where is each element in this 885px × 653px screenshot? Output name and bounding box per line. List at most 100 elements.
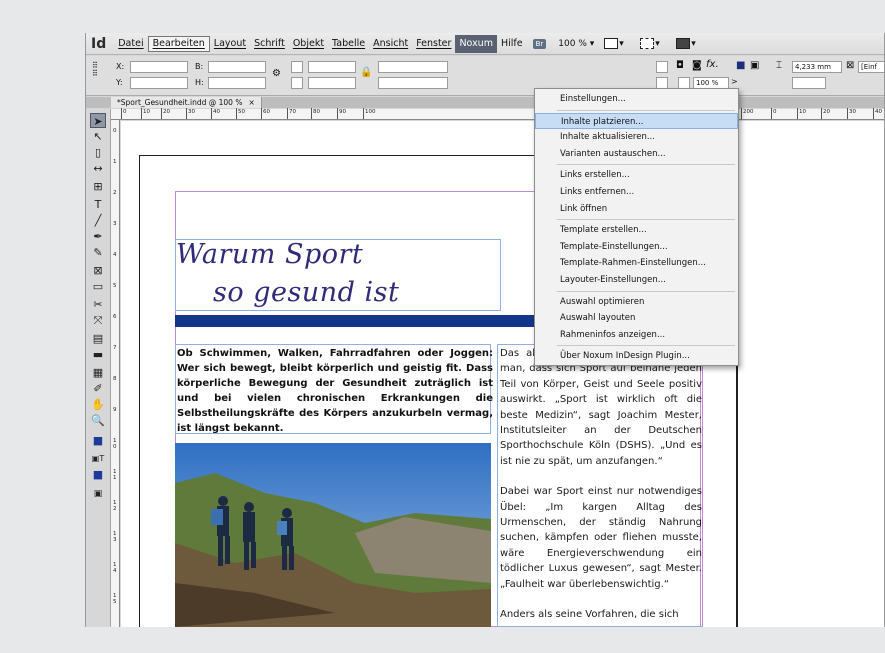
rotation-input[interactable]: [378, 61, 448, 73]
menu-layout[interactable]: Layout: [210, 35, 250, 53]
zoom-level[interactable]: 100 % ▾: [558, 39, 594, 49]
gradient-feather-tool-icon[interactable]: ▬: [90, 347, 106, 362]
scale-y-input[interactable]: [308, 77, 356, 89]
fill-stroke-icon[interactable]: ■: [90, 433, 106, 448]
menu-item[interactable]: Template-Einstellungen...: [535, 239, 738, 255]
menu-item[interactable]: Inhalte platzieren...: [535, 112, 738, 129]
align-icon[interactable]: [656, 61, 668, 73]
document-tab-title: *Sport_Gesundheit.indd @ 100 %: [117, 98, 243, 107]
menu-item[interactable]: Inhalte aktualisieren...: [535, 129, 738, 145]
pasteboard[interactable]: Warum Sport so gesund ist Ob Schwimmen, …: [121, 121, 885, 627]
shear-input[interactable]: [378, 77, 448, 89]
constrain-proportions-icon[interactable]: ⚙: [272, 68, 281, 79]
ruler-tick-label: 60: [263, 109, 270, 115]
page-tool-icon[interactable]: ▯: [90, 145, 106, 160]
gap-tool-icon[interactable]: ↔: [90, 161, 106, 176]
eyedropper-tool-icon[interactable]: ✐: [90, 381, 106, 396]
height-input[interactable]: [208, 77, 266, 89]
menu-tabelle[interactable]: Tabelle: [328, 35, 369, 53]
menu-item[interactable]: Über Noxum InDesign Plugin...: [535, 348, 738, 364]
stroke-weight-icon[interactable]: ⌶: [776, 60, 782, 71]
scale-y-icon[interactable]: [291, 77, 303, 89]
menu-item[interactable]: Auswahl optimieren: [535, 294, 738, 310]
chevron-right-icon[interactable]: >: [731, 77, 738, 86]
stroke-swatch-icon[interactable]: ▣: [750, 60, 759, 71]
ruler-tick-mark: [311, 108, 312, 119]
zoom-tool-icon[interactable]: 🔍: [90, 413, 106, 428]
menu-noxum[interactable]: Noxum: [455, 34, 497, 53]
stroke-weight-input[interactable]: 4,233 mm: [792, 61, 842, 73]
pencil-tool-icon[interactable]: ✎: [90, 245, 106, 260]
menu-bar: Id Datei Bearbeiten Layout Schrift Objek…: [86, 33, 885, 55]
menu-objekt[interactable]: Objekt: [289, 35, 328, 53]
headline-line-1[interactable]: Warum Sport: [176, 239, 363, 270]
note-tool-icon[interactable]: ▦: [90, 365, 106, 380]
menu-item[interactable]: Link öffnen: [535, 201, 738, 217]
rectangle-tool-icon[interactable]: ▭: [90, 279, 106, 294]
menu-item[interactable]: Links erstellen...: [535, 167, 738, 183]
menu-item[interactable]: Einstellungen...: [535, 91, 738, 107]
fit-frame-icon[interactable]: ◘: [676, 60, 684, 71]
ruler-tick-label: 8: [113, 376, 117, 382]
text-frame-options-icon[interactable]: ⊠: [846, 60, 854, 71]
menu-ansicht[interactable]: Ansicht: [369, 35, 412, 53]
bridge-button[interactable]: Br: [532, 38, 547, 49]
gradient-swatch-tool-icon[interactable]: ▤: [90, 331, 106, 346]
direct-selection-tool-icon[interactable]: ↖: [90, 129, 106, 144]
menu-fenster[interactable]: Fenster: [412, 35, 455, 53]
horizontal-ruler[interactable]: 0102030405060708090100180190200010203040: [111, 108, 885, 120]
menu-bearbeiten[interactable]: Bearbeiten: [147, 35, 210, 52]
paragraph-style-select[interactable]: [Einf: [858, 61, 885, 73]
screen-mode-button[interactable]: ▾: [604, 37, 630, 51]
ruler-tick-label: 7: [113, 345, 117, 351]
stroke-type-select[interactable]: [792, 77, 826, 89]
formatting-affects-icon[interactable]: ▣T: [90, 451, 106, 466]
view-options-button[interactable]: ▾: [640, 37, 666, 51]
photo-hiking-group[interactable]: [175, 443, 491, 627]
lock-icon[interactable]: 🔒: [360, 67, 372, 78]
menu-datei[interactable]: Datei: [114, 35, 147, 53]
menu-schrift[interactable]: Schrift: [250, 35, 289, 53]
close-icon[interactable]: ×: [248, 98, 254, 107]
menu-hilfe[interactable]: Hilfe: [497, 35, 527, 53]
view-mode-icon[interactable]: ▣: [90, 487, 106, 502]
menu-item[interactable]: Auswahl layouten: [535, 310, 738, 326]
menu-separator: [557, 219, 735, 221]
lead-text[interactable]: Ob Schwimmen, Walken, Fahrradfahren oder…: [177, 346, 493, 436]
rectangle-frame-tool-icon[interactable]: ⊠: [90, 263, 106, 278]
pen-tool-icon[interactable]: ✒: [90, 229, 106, 244]
scale-x-icon[interactable]: [291, 61, 303, 73]
y-position-input[interactable]: [130, 77, 188, 89]
headline-line-2[interactable]: so gesund ist: [213, 277, 399, 308]
free-transform-tool-icon[interactable]: ⤧: [90, 313, 106, 328]
width-input[interactable]: [208, 61, 266, 73]
menu-item[interactable]: Template-Rahmen-Einstellungen...: [535, 255, 738, 271]
menu-item[interactable]: Varianten austauschen...: [535, 146, 738, 162]
hand-tool-icon[interactable]: ✋: [90, 397, 106, 412]
scale-x-input[interactable]: [308, 61, 356, 73]
type-tool-icon[interactable]: T: [90, 197, 106, 212]
control-panel: ⠿ ⠿ X: Y: B: H: ⚙ 🔒 ◘ ◙ fx. 100 % > ■ ▣ ⌶…: [86, 56, 885, 96]
x-position-input[interactable]: [130, 61, 188, 73]
menu-item[interactable]: Layouter-Einstellungen...: [535, 272, 738, 288]
body-text-column[interactable]: Das alles ist kein Zufall. Heute weiß ma…: [500, 346, 702, 627]
menu-item[interactable]: Rahmeninfos anzeigen...: [535, 327, 738, 343]
fill-frame-icon[interactable]: ◙: [692, 60, 702, 71]
scissors-tool-icon[interactable]: ✂: [90, 297, 106, 312]
menu-separator: [557, 290, 735, 292]
menu-item[interactable]: Template erstellen...: [535, 222, 738, 238]
selection-tool-icon[interactable]: ➤: [90, 113, 106, 128]
hiking-group-image: [175, 443, 491, 627]
ruler-tick-label: 200: [743, 109, 754, 115]
menu-item[interactable]: Links entfernen...: [535, 184, 738, 200]
stroke-color-icon[interactable]: ■: [736, 60, 745, 71]
vertical-ruler[interactable]: 0 1 2 3 4 5 6 7 8 9 1 0 1 1 1 2 1 3 1 4 1 5: [111, 120, 120, 627]
document-tab[interactable]: *Sport_Gesundheit.indd @ 100 % ×: [111, 97, 262, 108]
fx-icon[interactable]: fx.: [706, 59, 719, 70]
content-collector-icon[interactable]: ⊞: [90, 179, 106, 194]
line-tool-icon[interactable]: ╱: [90, 213, 106, 228]
arrange-documents-button[interactable]: ▾: [676, 37, 702, 51]
reference-point-icon[interactable]: ⠿ ⠿: [92, 62, 98, 78]
indesign-logo: Id: [91, 35, 107, 52]
apply-color-icon[interactable]: ■: [90, 467, 106, 482]
